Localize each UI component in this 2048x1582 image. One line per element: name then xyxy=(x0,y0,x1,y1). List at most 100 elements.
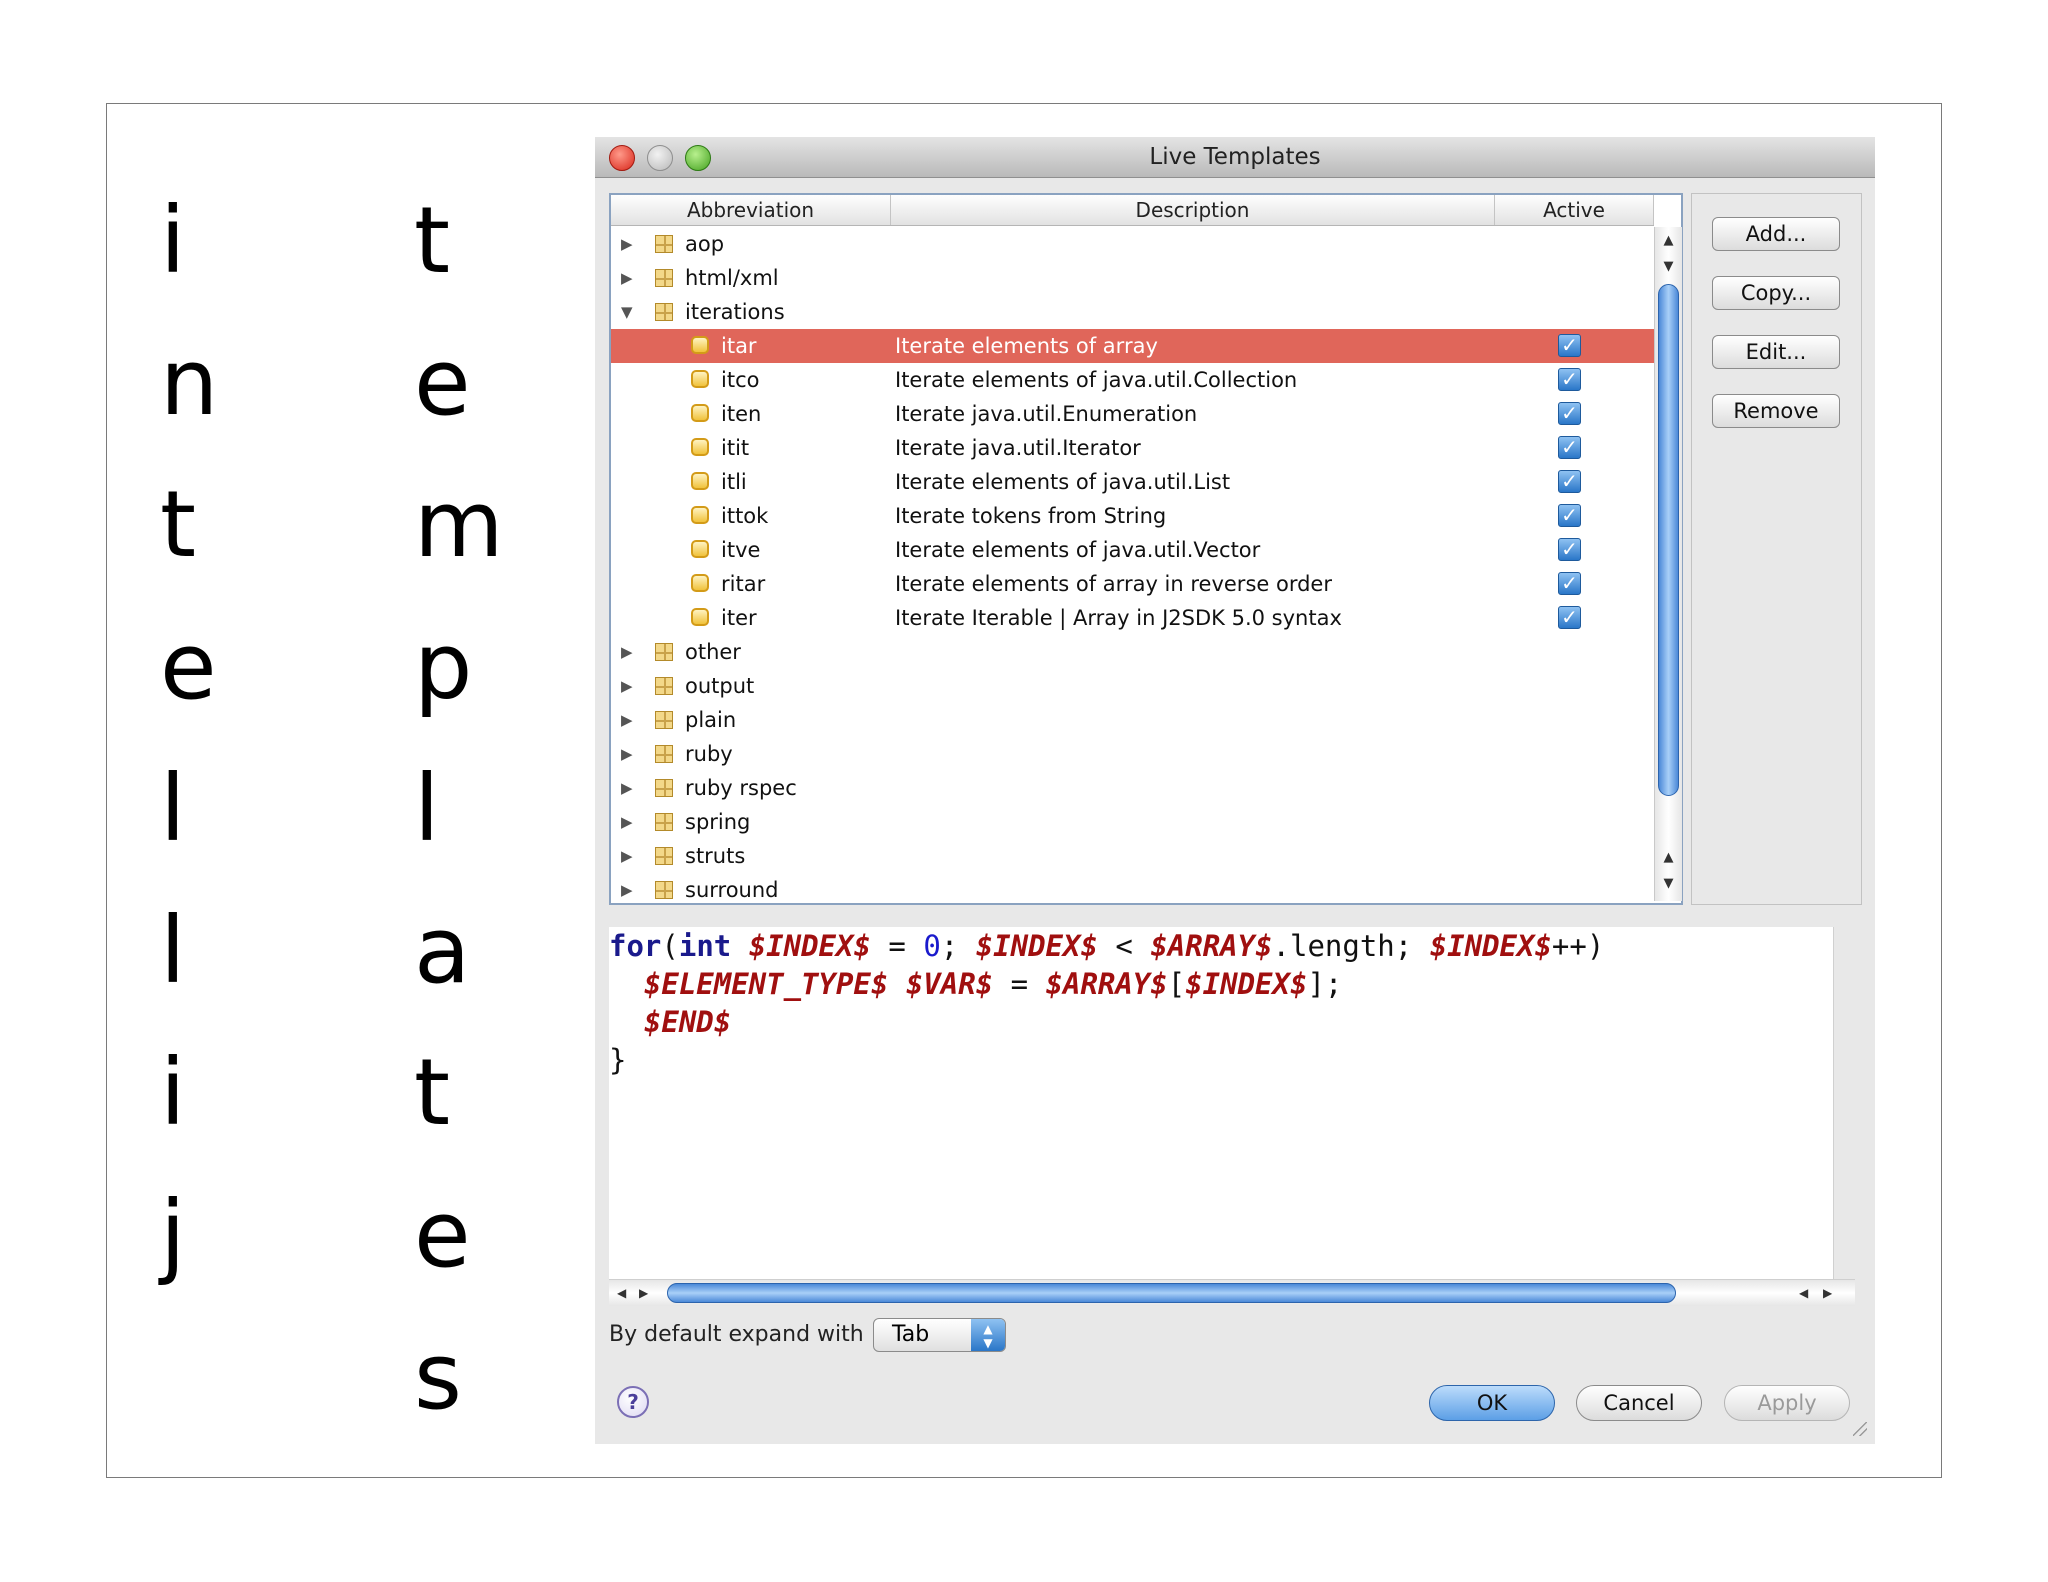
disclosure-triangle-right-icon[interactable]: ▶ xyxy=(621,737,637,771)
template-abbreviation: ittok xyxy=(721,504,769,528)
group-label: spring xyxy=(685,810,751,834)
template-abbreviation: ritar xyxy=(721,572,766,596)
expand-key-select[interactable]: Tab ▲ ▼ xyxy=(873,1318,1006,1352)
code-text: [ xyxy=(1167,967,1186,1001)
template-row-itli[interactable]: itli Iterate elements of java.util.List … xyxy=(611,465,1654,499)
help-button[interactable]: ? xyxy=(617,1386,649,1418)
scrollbar-thumb[interactable] xyxy=(1658,284,1679,796)
column-header-active[interactable]: Active xyxy=(1495,195,1654,225)
add-button[interactable]: Add... xyxy=(1712,217,1840,251)
column-header-description[interactable]: Description xyxy=(891,195,1495,225)
group-label: ruby xyxy=(685,742,733,766)
scroll-left-arrow-icon[interactable]: ◀ xyxy=(617,1280,626,1306)
group-row-ruby-rspec[interactable]: ▶ ruby rspec xyxy=(611,771,1654,805)
resize-grip-icon[interactable] xyxy=(1853,1422,1867,1436)
scroll-up-arrow-icon[interactable]: ▲ xyxy=(1655,844,1682,872)
code-variable: $ELEMENT_TYPE$ xyxy=(643,967,889,1001)
title-bar[interactable]: Live Templates xyxy=(595,137,1875,178)
scroll-up-arrow-icon[interactable]: ▲ xyxy=(1655,227,1682,255)
template-row-itve[interactable]: itve Iterate elements of java.util.Vecto… xyxy=(611,533,1654,567)
code-line-1: for(int $INDEX$ = 0; $INDEX$ < $ARRAY$.l… xyxy=(609,927,1604,965)
template-row-itco[interactable]: itco Iterate elements of java.util.Colle… xyxy=(611,363,1654,397)
scroll-left-arrow-icon[interactable]: ◀ xyxy=(1799,1280,1808,1306)
template-row-iten[interactable]: iten Iterate java.util.Enumeration ✓ xyxy=(611,397,1654,431)
group-row-struts[interactable]: ▶ struts xyxy=(611,839,1654,873)
active-checkbox[interactable]: ✓ xyxy=(1558,572,1581,595)
group-row-aop[interactable]: ▶ aop xyxy=(611,227,1654,261)
copy-button[interactable]: Copy... xyxy=(1712,276,1840,310)
table-rows: ▶ aop ▶ html/xml ▼ iterations itar Itera… xyxy=(611,227,1654,907)
disclosure-triangle-right-icon[interactable]: ▶ xyxy=(621,771,637,805)
letter: n xyxy=(160,329,219,436)
active-checkbox[interactable]: ✓ xyxy=(1558,436,1581,459)
template-row-itar[interactable]: itar Iterate elements of array ✓ xyxy=(611,329,1654,363)
code-text: ++) xyxy=(1551,929,1605,963)
group-row-surround[interactable]: ▶ surround xyxy=(611,873,1654,907)
group-row-spring[interactable]: ▶ spring xyxy=(611,805,1654,839)
group-row-iterations[interactable]: ▼ iterations xyxy=(611,295,1654,329)
ok-button[interactable]: OK xyxy=(1429,1385,1555,1421)
template-row-ritar[interactable]: ritar Iterate elements of array in rever… xyxy=(611,567,1654,601)
scroll-down-arrow-icon[interactable]: ▼ xyxy=(1655,870,1682,898)
disclosure-triangle-right-icon[interactable]: ▶ xyxy=(621,703,637,737)
active-checkbox[interactable]: ✓ xyxy=(1558,606,1581,629)
active-checkbox[interactable]: ✓ xyxy=(1558,470,1581,493)
template-abbreviation: itco xyxy=(721,368,760,392)
disclosure-triangle-right-icon[interactable]: ▶ xyxy=(621,805,637,839)
disclosure-triangle-right-icon[interactable]: ▶ xyxy=(621,873,637,907)
scrollbar-thumb[interactable] xyxy=(667,1283,1676,1303)
edit-button[interactable]: Edit... xyxy=(1712,335,1840,369)
group-label: iterations xyxy=(685,300,785,324)
group-row-ruby[interactable]: ▶ ruby xyxy=(611,737,1654,771)
scroll-right-arrow-icon[interactable]: ▶ xyxy=(1823,1280,1832,1306)
template-row-itit[interactable]: itit Iterate java.util.Iterator ✓ xyxy=(611,431,1654,465)
template-abbreviation: itve xyxy=(721,538,761,562)
template-description: Iterate elements of array in reverse ord… xyxy=(895,572,1332,596)
template-abbreviation: itli xyxy=(721,470,747,494)
disclosure-triangle-right-icon[interactable]: ▶ xyxy=(621,261,637,295)
group-label: surround xyxy=(685,878,779,902)
live-template-icon xyxy=(691,540,709,558)
disclosure-triangle-right-icon[interactable]: ▶ xyxy=(621,839,637,873)
scroll-down-arrow-icon[interactable]: ▼ xyxy=(1655,253,1682,281)
disclosure-triangle-right-icon[interactable]: ▶ xyxy=(621,669,637,703)
apply-button[interactable]: Apply xyxy=(1724,1385,1850,1421)
editor-horizontal-scrollbar[interactable]: ◀ ▶ ◀ ▶ xyxy=(609,1279,1855,1306)
code-keyword: int xyxy=(678,929,732,963)
letter: t xyxy=(160,471,197,578)
scroll-right-arrow-icon[interactable]: ▶ xyxy=(639,1280,648,1306)
template-text-editor[interactable]: for(int $INDEX$ = 0; $INDEX$ < $ARRAY$.l… xyxy=(609,927,1834,1279)
live-template-icon xyxy=(691,608,709,626)
templates-tree-table: Abbreviation Description Active ▶ aop ▶ … xyxy=(609,193,1683,905)
live-template-icon xyxy=(691,404,709,422)
table-header: Abbreviation Description Active xyxy=(611,195,1654,226)
expand-with-label: By default expand with xyxy=(609,1322,864,1347)
letter: i xyxy=(160,187,186,294)
template-row-iter[interactable]: iter Iterate Iterable | Array in J2SDK 5… xyxy=(611,601,1654,635)
active-checkbox[interactable]: ✓ xyxy=(1558,334,1581,357)
table-vertical-scrollbar[interactable]: ▲ ▼ ▲ ▼ xyxy=(1654,227,1682,901)
group-row-output[interactable]: ▶ output xyxy=(611,669,1654,703)
active-checkbox[interactable]: ✓ xyxy=(1558,368,1581,391)
group-row-html-xml[interactable]: ▶ html/xml xyxy=(611,261,1654,295)
template-description: Iterate elements of array xyxy=(895,334,1158,358)
group-row-plain[interactable]: ▶ plain xyxy=(611,703,1654,737)
live-template-icon xyxy=(691,472,709,490)
disclosure-triangle-right-icon[interactable]: ▶ xyxy=(621,227,637,261)
disclosure-triangle-down-icon[interactable]: ▼ xyxy=(621,295,637,329)
template-group-icon xyxy=(655,847,673,865)
select-value: Tab xyxy=(892,1322,930,1347)
active-checkbox[interactable]: ✓ xyxy=(1558,504,1581,527)
group-row-other[interactable]: ▶ other xyxy=(611,635,1654,669)
side-button-panel: Add... Copy... Edit... Remove xyxy=(1691,193,1862,905)
letter: m xyxy=(414,471,504,578)
disclosure-triangle-right-icon[interactable]: ▶ xyxy=(621,635,637,669)
active-checkbox[interactable]: ✓ xyxy=(1558,402,1581,425)
cancel-button[interactable]: Cancel xyxy=(1576,1385,1702,1421)
group-label: struts xyxy=(685,844,746,868)
column-header-abbreviation[interactable]: Abbreviation xyxy=(611,195,891,225)
template-row-ittok[interactable]: ittok Iterate tokens from String ✓ xyxy=(611,499,1654,533)
code-keyword: for xyxy=(609,929,662,963)
remove-button[interactable]: Remove xyxy=(1712,394,1840,428)
active-checkbox[interactable]: ✓ xyxy=(1558,538,1581,561)
